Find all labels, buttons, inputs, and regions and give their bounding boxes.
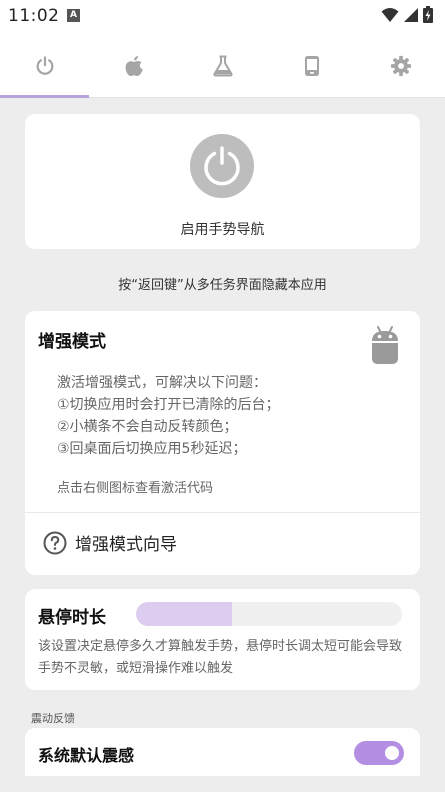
tab-bar bbox=[0, 34, 445, 98]
apple-icon bbox=[125, 56, 143, 76]
tab-device[interactable] bbox=[267, 34, 356, 98]
issue-item: ①切换应用时会打开已清除的后台； bbox=[57, 397, 280, 413]
status-bar: 11:02 A bbox=[0, 0, 445, 34]
flask-icon bbox=[212, 55, 233, 77]
system-vibration-toggle[interactable] bbox=[354, 741, 404, 765]
tab-lab[interactable] bbox=[178, 34, 267, 98]
android-icon[interactable] bbox=[370, 325, 400, 369]
vibration-section-label: 震动反馈 bbox=[31, 712, 75, 725]
power-icon bbox=[36, 56, 53, 75]
system-vibration-label: 系统默认震感 bbox=[38, 746, 135, 765]
phone-icon bbox=[304, 56, 319, 76]
hide-app-hint: 按“返回键”从多任务界面隐藏本应用 bbox=[118, 278, 327, 293]
tab-apple[interactable] bbox=[89, 34, 178, 98]
enable-gesture-label: 启用手势导航 bbox=[180, 222, 265, 238]
issue-item: ②小横条不会自动反转颜色； bbox=[57, 419, 238, 435]
guide-label: 增强模式向导 bbox=[75, 535, 177, 555]
slider-fill bbox=[136, 602, 232, 626]
gesture-nav-card: 启用手势导航 bbox=[25, 114, 420, 249]
tab-settings[interactable] bbox=[356, 34, 445, 98]
enhanced-mode-guide-button[interactable]: 增强模式向导 bbox=[43, 530, 177, 555]
hover-duration-card: 悬停时长 该设置决定悬停多久才算触发手势，悬停时长调太短可能会导致手势不灵敏，或… bbox=[25, 589, 420, 690]
gear-icon bbox=[390, 55, 411, 77]
status-icons bbox=[381, 6, 433, 23]
signal-icon bbox=[404, 7, 418, 22]
toggle-knob bbox=[385, 746, 399, 760]
enhanced-mode-title: 增强模式 bbox=[38, 332, 106, 352]
power-icon bbox=[204, 146, 240, 186]
divider bbox=[25, 512, 420, 513]
battery-charging-icon bbox=[423, 6, 433, 23]
notification-a-icon: A bbox=[67, 9, 80, 22]
hover-duration-description: 该设置决定悬停多久才算触发手势，悬停时长调太短可能会导致手势不灵敏，或短滑操作难… bbox=[38, 639, 403, 676]
issue-item: ③回桌面后切换应用5秒延迟； bbox=[57, 441, 247, 457]
tab-indicator bbox=[0, 95, 89, 98]
activation-code-tip: 点击右侧图标查看激活代码 bbox=[57, 481, 214, 496]
status-time: 11:02 bbox=[8, 6, 60, 26]
wifi-icon bbox=[381, 7, 399, 22]
enhanced-mode-card: 增强模式 激活增强模式，可解决以下问题： ①切换应用时会打开已清除的后台； ②小… bbox=[25, 311, 420, 575]
enable-gesture-button[interactable] bbox=[190, 134, 254, 198]
hover-duration-title: 悬停时长 bbox=[38, 608, 106, 628]
enhanced-mode-intro: 激活增强模式，可解决以下问题： bbox=[57, 375, 267, 391]
tab-power[interactable] bbox=[0, 34, 89, 98]
hover-duration-slider[interactable] bbox=[136, 602, 402, 626]
help-circle-icon bbox=[43, 531, 67, 554]
system-vibration-row: 系统默认震感 bbox=[25, 728, 420, 776]
